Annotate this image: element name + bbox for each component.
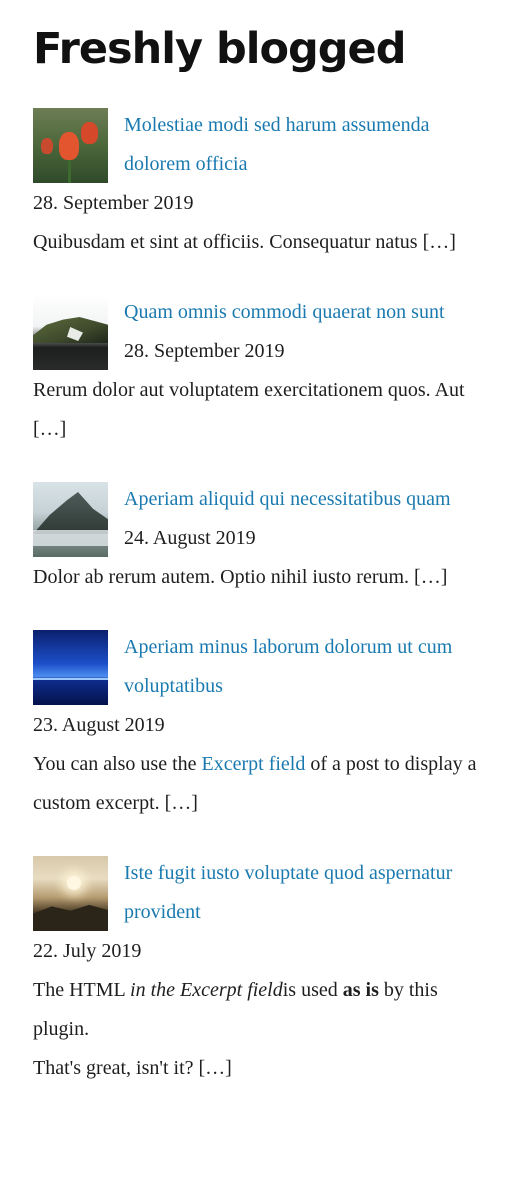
post-title-link[interactable]: Aperiam aliquid qui necessitatibus quam [124, 488, 451, 510]
excerpt-bold: as is [342, 979, 379, 1001]
snowy-hill-photo-icon[interactable] [33, 295, 108, 370]
excerpt-text: You can also use the [33, 753, 202, 775]
excerpt-italic: in the Excerpt field [130, 979, 283, 1001]
post-title-link[interactable]: Iste fugit iusto voluptate quod aspernat… [124, 862, 452, 923]
sunset-photo-icon[interactable] [33, 856, 108, 931]
post-list: Molestiae modi sed harum assumenda dolor… [33, 106, 488, 1088]
post-date: 22. July 2019 [33, 940, 142, 962]
post-excerpt: You can also use the Excerpt field of a … [33, 753, 476, 814]
post-title-link[interactable]: Quam omnis commodi quaerat non sunt [124, 301, 445, 323]
list-item: Aperiam minus laborum dolorum ut cum vol… [33, 628, 488, 823]
excerpt-field-link[interactable]: Excerpt field [202, 753, 306, 775]
post-excerpt: Quibusdam et sint at officiis. Consequat… [33, 231, 456, 253]
post-excerpt: Dolor ab rerum autem. Optio nihil iusto … [33, 566, 448, 588]
tulip-photo-icon[interactable] [33, 108, 108, 183]
blue-sea-photo-icon[interactable] [33, 630, 108, 705]
list-item: Iste fugit iusto voluptate quod aspernat… [33, 854, 488, 1088]
widget-title: Freshly blogged [33, 24, 407, 74]
excerpt-text: That's great, isn't it? […] [33, 1057, 232, 1079]
excerpt-text: is used [282, 979, 343, 1001]
excerpt-text: The HTML [33, 979, 131, 1001]
misty-mountain-photo-icon[interactable] [33, 482, 108, 557]
recent-posts-widget: Freshly blogged Molestiae modi sed harum… [0, 0, 522, 1088]
list-item: Molestiae modi sed harum assumenda dolor… [33, 106, 488, 262]
list-item: Aperiam aliquid qui necessitatibus quam … [33, 480, 488, 597]
post-title-link[interactable]: Molestiae modi sed harum assumenda dolor… [124, 114, 430, 175]
post-title-link[interactable]: Aperiam minus laborum dolorum ut cum vol… [124, 636, 452, 697]
post-date: 23. August 2019 [33, 714, 165, 736]
post-excerpt: The HTML in the Excerpt fieldis used as … [33, 979, 438, 1079]
post-date: 28. September 2019 [33, 192, 194, 214]
list-item: Quam omnis commodi quaerat non sunt 28. … [33, 293, 488, 449]
post-excerpt: Rerum dolor aut voluptatem exercitatione… [33, 379, 465, 440]
